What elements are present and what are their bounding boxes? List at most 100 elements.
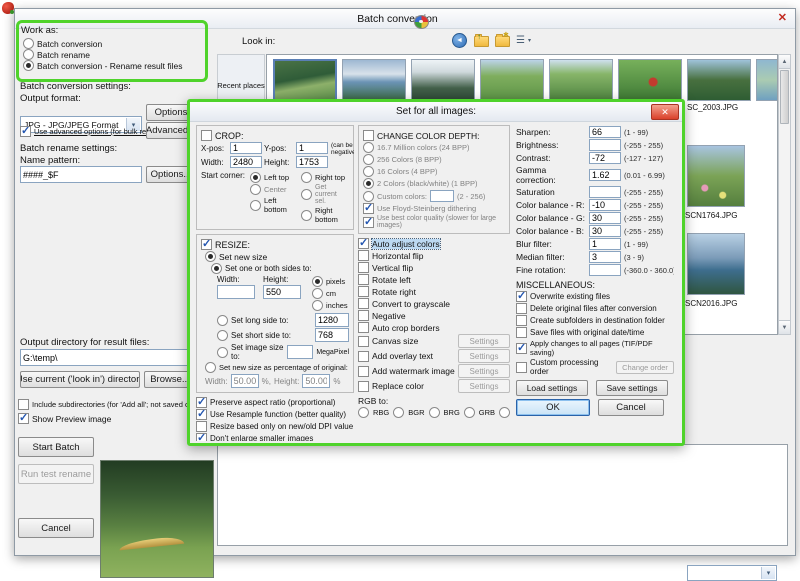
ok-button[interactable]: OK [516,399,590,416]
create-subfolders-checkbox[interactable]: Create subfolders in destination folder [516,315,674,326]
app-icon[interactable] [2,2,14,14]
median-input[interactable] [589,251,621,263]
blur-input[interactable] [589,238,621,250]
replace-settings-button[interactable]: Settings [458,379,510,393]
thumbnail-scn2016[interactable] [687,233,745,295]
replace-color-checkbox[interactable]: Replace color Settings [358,379,510,393]
image-size-input[interactable] [287,345,313,359]
output-dir-input[interactable] [20,349,194,366]
unit-cm[interactable]: cm [312,288,348,299]
file-label[interactable]: SCN1764.JPG [685,211,737,220]
thumbnail-7[interactable] [687,59,751,101]
depth-1bpp-radio[interactable]: 2 Colors (black/white) (1 BPP) [363,178,505,189]
depth-8bpp-radio[interactable]: 256 Colors (8 BPP) [363,154,505,165]
change-order-button[interactable]: Change order [616,361,674,374]
custom-order-checkbox[interactable]: Custom processing order Change order [516,358,674,376]
show-preview-checkbox[interactable]: Show Preview image [18,413,111,424]
ypos-input[interactable] [296,142,328,154]
overlay-settings-button[interactable]: Settings [458,349,510,363]
thumbnail-scn1764[interactable] [687,145,745,207]
canvas-size-checkbox[interactable]: Canvas size Settings [358,334,510,348]
file-type-combo[interactable]: ▾ [687,565,777,581]
save-settings-button[interactable]: Save settings [596,380,668,396]
short-side-input[interactable] [315,328,349,342]
load-settings-button[interactable]: Load settings [516,380,588,396]
crop-height-input[interactable] [296,156,328,168]
resample-checkbox[interactable]: Use Resample function (better quality) [196,409,354,420]
use-current-dir-button[interactable]: Use current ('look in') directory [20,371,140,388]
scroll-down-icon[interactable]: ▼ [779,320,790,334]
rgb-brg-radio[interactable] [429,407,440,418]
custom-colors-input[interactable] [430,190,454,202]
chevron-down-icon[interactable]: ▾ [761,567,775,579]
window-titlebar[interactable]: Batch conversion ✕ [15,9,795,29]
color-depth-checkbox[interactable]: CHANGE COLOR DEPTH: [363,130,505,141]
negative-checkbox[interactable]: Negative [358,310,510,321]
rgb-bgr-radio[interactable] [393,407,404,418]
corner-left-top[interactable]: Left top [250,172,298,183]
file-label[interactable]: SC_2003.JPG [687,103,738,112]
delete-original-checkbox[interactable]: Delete original files after conversion [516,303,674,314]
hflip-checkbox[interactable]: Horizontal flip [358,250,510,261]
original-datetime-checkbox[interactable]: Save files with original date/time [516,327,674,338]
corner-right-top[interactable]: Right top [301,172,349,183]
apply-all-pages-checkbox[interactable]: Apply changes to all pages (TIF/PDF savi… [516,339,674,357]
name-pattern-input[interactable] [20,166,142,183]
canvas-settings-button[interactable]: Settings [458,334,510,348]
back-icon[interactable]: ◄ [452,33,467,48]
no-enlarge-checkbox[interactable]: Don't enlarge smaller images [196,433,354,441]
corner-left-bottom[interactable]: Left bottom [250,196,298,214]
rotate-right-checkbox[interactable]: Rotate right [358,286,510,297]
pct-height-input[interactable] [302,374,330,388]
window-close-icon[interactable]: ✕ [778,11,787,24]
run-test-rename-button[interactable]: Run test rename [18,464,94,484]
resize-height-input[interactable] [263,285,301,299]
scroll-up-icon[interactable]: ▲ [779,55,790,69]
set-new-size-radio[interactable]: Set new size [205,251,349,262]
radio-batch-rename[interactable]: Batch rename [23,49,90,60]
saturation-input[interactable] [589,186,621,198]
corner-center[interactable]: Center [250,184,298,195]
cancel-button[interactable]: Cancel [18,518,94,538]
file-list-area[interactable] [217,444,788,546]
dialog-cancel-button[interactable]: Cancel [598,399,664,416]
depth-custom-radio[interactable]: Custom colors: (2 - 256) [363,190,505,202]
scrollbar[interactable]: ▲ ▼ [778,54,791,335]
include-subdirs-checkbox[interactable]: Include subdirectories (for 'Add all'; n… [18,399,210,410]
dialog-titlebar[interactable]: Set for all images: ✕ [190,102,682,122]
sharpen-input[interactable] [589,126,621,138]
up-folder-icon[interactable]: ↑ [474,36,489,50]
new-folder-icon[interactable]: ✱ [495,36,510,50]
overlay-text-checkbox[interactable]: Add overlay text Settings [358,349,510,363]
overwrite-checkbox[interactable]: Overwrite existing files [516,291,674,302]
auto-adjust-checkbox[interactable]: Auto adjust colors [358,238,510,249]
radio-batch-conversion-rename[interactable]: Batch conversion - Rename result files [23,60,183,71]
gamma-input[interactable] [589,169,621,181]
crop-checkbox[interactable]: CROP: [201,130,349,141]
percentage-radio[interactable]: Set new size as percentage of original: [205,362,349,373]
rgb-grb-radio[interactable] [464,407,475,418]
short-side-radio[interactable]: Set short side to: [217,328,349,342]
dithering-checkbox[interactable]: Use Floyd-Steinberg dithering [363,203,505,214]
balance-g-input[interactable] [589,212,621,224]
preserve-aspect-checkbox[interactable]: Preserve aspect ratio (proportional) [196,397,354,408]
dialog-close-icon[interactable]: ✕ [651,104,679,120]
resize-width-input[interactable] [217,285,255,299]
crop-width-input[interactable] [230,156,262,168]
thumbnail-8[interactable] [756,59,778,101]
radio-batch-conversion[interactable]: Batch conversion [23,38,102,49]
rgb-gbr-radio[interactable] [499,407,510,418]
brightness-input[interactable] [589,139,621,151]
long-side-input[interactable] [315,313,349,327]
vflip-checkbox[interactable]: Vertical flip [358,262,510,273]
image-size-radio[interactable]: Set image size to: MegaPixel [217,343,349,361]
unit-pixels[interactable]: pixels [312,276,348,287]
depth-24bpp-radio[interactable]: 16.7 Million colors (24 BPP) [363,142,505,153]
depth-4bpp-radio[interactable]: 16 Colors (4 BPP) [363,166,505,177]
scrollbar-thumb[interactable] [780,70,789,124]
dpi-resize-checkbox[interactable]: Resize based only on new/old DPI value [196,421,354,432]
watermark-checkbox[interactable]: Add watermark image Settings [358,364,510,378]
corner-get-current[interactable]: Get current sel. [301,184,349,205]
balance-b-input[interactable] [589,225,621,237]
start-batch-button[interactable]: Start Batch [18,437,94,457]
